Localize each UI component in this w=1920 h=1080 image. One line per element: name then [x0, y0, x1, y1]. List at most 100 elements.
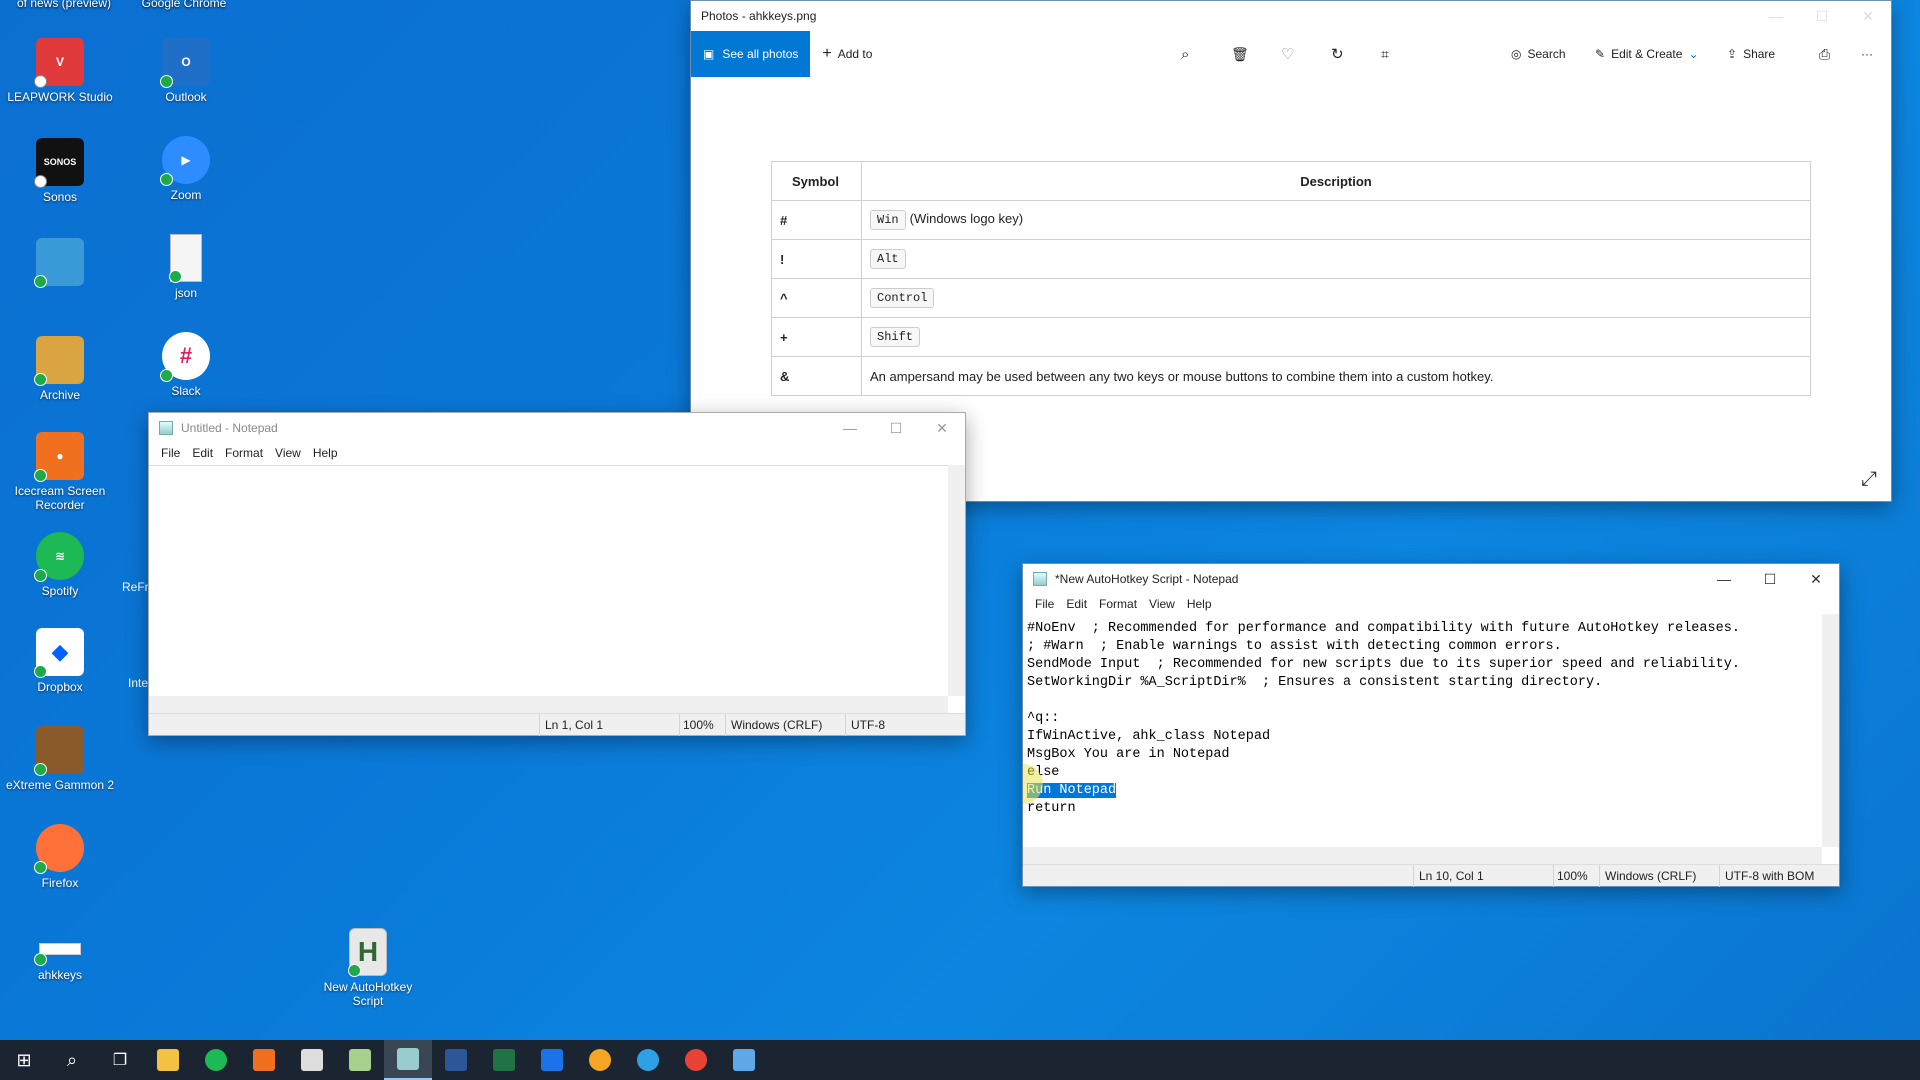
print-icon[interactable]: ⎙ [1819, 46, 1830, 63]
desktop-icon-sonos[interactable]: SONOS Sonos [4, 138, 116, 204]
zoom-icon[interactable]: ⌕ [1181, 46, 1189, 63]
desktop-icon-zoom[interactable]: ▶ Zoom [130, 136, 242, 202]
spotify-icon: ≋ [34, 532, 84, 582]
taskbar-photos[interactable] [720, 1040, 768, 1080]
taskbar-chrome[interactable] [672, 1040, 720, 1080]
menu-view[interactable]: View [1149, 597, 1175, 611]
firefox-icon [34, 824, 84, 874]
taskbar-edge[interactable] [624, 1040, 672, 1080]
taskbar-orange-app[interactable] [576, 1040, 624, 1080]
maximize-icon[interactable]: ☐ [1799, 1, 1845, 31]
taskbar-calculator[interactable] [288, 1040, 336, 1080]
close-icon[interactable]: ✕ [1845, 1, 1891, 31]
share-button[interactable]: ⇪ Share [1727, 47, 1775, 61]
taskbar-search-button[interactable]: ⌕ [48, 1040, 96, 1080]
code-line: ^q:: [1027, 711, 1060, 726]
desktop-icon-icecream[interactable]: ● Icecream Screen Recorder [4, 432, 116, 512]
orange-app-icon [589, 1049, 611, 1071]
desktop-icon-dropbox[interactable]: ◆ Dropbox [4, 628, 116, 694]
task-view-button[interactable]: ❐ [96, 1040, 144, 1080]
expand-icon[interactable]: ⤢ [1861, 468, 1877, 491]
menu-help[interactable]: Help [313, 446, 338, 460]
taskbar-spotify[interactable] [192, 1040, 240, 1080]
taskbar-excel[interactable] [480, 1040, 528, 1080]
notepad-untitled-window[interactable]: Untitled - Notepad — ☐ ✕ File Edit Forma… [148, 412, 966, 736]
notepad-ahk-statusbar: Ln 10, Col 1 100% Windows (CRLF) UTF-8 w… [1023, 864, 1839, 887]
table-row: & An ampersand may be used between any t… [771, 356, 1811, 396]
search-button[interactable]: ◎ Search [1511, 47, 1566, 61]
menu-help[interactable]: Help [1187, 597, 1212, 611]
taskbar-file-explorer[interactable] [144, 1040, 192, 1080]
desktop-partial-label-2: Inte [128, 676, 149, 690]
menu-format[interactable]: Format [1099, 597, 1137, 611]
see-all-photos-button[interactable]: ▣ See all photos [691, 31, 811, 77]
more-icon[interactable]: ··· [1861, 47, 1873, 61]
start-button[interactable]: ⊞ [0, 1040, 48, 1080]
desktop-icon-archive[interactable]: Archive [4, 336, 116, 402]
uipath-icon [541, 1049, 563, 1071]
notepad-untitled-menubar: File Edit Format View Help [149, 443, 965, 463]
menu-file[interactable]: File [161, 446, 180, 460]
close-icon[interactable]: ✕ [1793, 564, 1839, 594]
vertical-scrollbar[interactable] [1822, 614, 1839, 847]
search-icon: ◎ [1511, 47, 1522, 61]
maximize-icon[interactable]: ☐ [1747, 564, 1793, 594]
desktop-icon-gammon[interactable]: eXtreme Gammon 2 [4, 726, 116, 792]
plus-icon: + [822, 45, 832, 62]
table-row: + Shift [771, 317, 1811, 357]
minimize-icon[interactable]: — [827, 413, 873, 443]
desktop-icon-ahkkeys[interactable]: ahkkeys [4, 934, 116, 982]
desktop-icon-spotify[interactable]: ≋ Spotify [4, 532, 116, 598]
taskbar-word[interactable] [432, 1040, 480, 1080]
code-line: SetWorkingDir %A_ScriptDir% ; Ensures a … [1027, 675, 1603, 690]
spotify-icon [205, 1049, 227, 1071]
notepad-untitled-text-area[interactable] [149, 465, 948, 696]
edit-create-button[interactable]: ✎ Edit & Create ⌄ [1595, 47, 1699, 61]
image-file-icon [34, 934, 84, 966]
table-header-symbol: Symbol [771, 161, 862, 201]
horizontal-scrollbar[interactable] [1023, 847, 1822, 864]
delete-icon[interactable]: 🗑 [1231, 46, 1249, 63]
desktop-icon-control-panel[interactable] [4, 238, 116, 290]
outlook-icon: O [160, 38, 210, 88]
horizontal-scrollbar[interactable] [149, 696, 948, 713]
notepad-ahk-titlebar[interactable]: *New AutoHotkey Script - Notepad — ☐ ✕ [1023, 564, 1839, 594]
menu-edit[interactable]: Edit [1066, 597, 1087, 611]
taskbar-icecream[interactable] [240, 1040, 288, 1080]
minimize-icon[interactable]: — [1753, 1, 1799, 31]
task-view-icon: ❐ [112, 1052, 128, 1069]
heart-icon[interactable]: ♡ [1281, 45, 1294, 63]
cursor-position: Ln 1, Col 1 [545, 718, 604, 732]
vertical-scrollbar[interactable] [948, 465, 965, 696]
menu-format[interactable]: Format [225, 446, 263, 460]
menu-view[interactable]: View [275, 446, 301, 460]
notepad-ahk-title: *New AutoHotkey Script - Notepad [1055, 572, 1239, 586]
taskbar-notepad[interactable] [384, 1040, 432, 1080]
menu-file[interactable]: File [1035, 597, 1054, 611]
desktop-icon-firefox[interactable]: Firefox [4, 824, 116, 890]
desktop-icon-outlook[interactable]: O Outlook [130, 38, 242, 104]
maximize-icon[interactable]: ☐ [873, 413, 919, 443]
taskbar-uipath[interactable] [528, 1040, 576, 1080]
rotate-icon[interactable]: ↻ [1331, 45, 1344, 63]
add-to-button[interactable]: + Add to [822, 45, 872, 63]
desktop-icon-slack[interactable]: # Slack [130, 332, 242, 398]
crop-icon[interactable]: ⌗ [1381, 46, 1389, 63]
desktop-icon-new-ahk-script[interactable]: H New AutoHotkey Script [312, 928, 424, 1008]
menu-edit[interactable]: Edit [192, 446, 213, 460]
notepad-untitled-titlebar[interactable]: Untitled - Notepad — ☐ ✕ [149, 413, 965, 443]
close-icon[interactable]: ✕ [919, 413, 965, 443]
photos-toolbar: ▣ See all photos + Add to ⌕ 🗑 ♡ ↻ ⌗ ◎ Searc… [691, 31, 1891, 77]
taskbar-notepad-plus[interactable] [336, 1040, 384, 1080]
photos-titlebar[interactable]: Photos - ahkkeys.png — ☐ ✕ [691, 1, 1891, 31]
desktop-icon-json[interactable]: json [130, 234, 242, 300]
leapwork-icon: V [34, 38, 84, 88]
search-icon: ⌕ [66, 1049, 78, 1070]
excel-icon [493, 1049, 515, 1071]
desktop-icon-leapwork[interactable]: V LEAPWORK Studio [4, 38, 116, 104]
line-ending: Windows (CRLF) [1605, 869, 1697, 883]
notepad-untitled-title: Untitled - Notepad [181, 421, 278, 435]
minimize-icon[interactable]: — [1701, 564, 1747, 594]
notepad-ahk-window[interactable]: *New AutoHotkey Script - Notepad — ☐ ✕ F… [1022, 563, 1840, 887]
notepad-ahk-text-area[interactable]: #NoEnv ; Recommended for performance and… [1023, 614, 1822, 847]
